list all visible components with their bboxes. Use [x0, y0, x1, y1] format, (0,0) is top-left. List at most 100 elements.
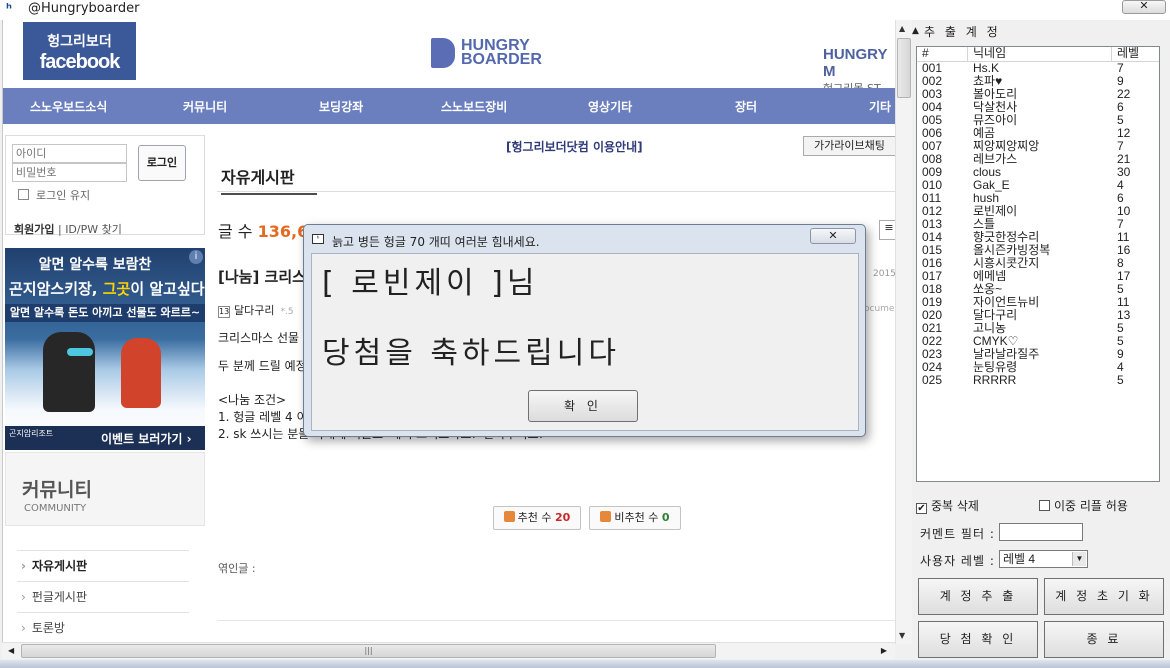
post-date: 2015. [873, 269, 895, 279]
like-button[interactable]: 추천 수 20 [493, 506, 581, 530]
user-level-select[interactable]: 레벨 4 ▼ [999, 550, 1088, 568]
extract-panel: ▲ 추 출 계 정 # 닉네임 레벨 001 Hs.K 7 002 쵸파♥ 9 003 볼아도… [912, 20, 1170, 660]
keep-login-checkbox[interactable] [18, 189, 29, 200]
resort-logo: 곤지암리조트 [9, 429, 54, 438]
thumbs-up-icon [503, 511, 515, 522]
comment-filter-label: 커멘트 필터 : [920, 527, 995, 541]
nav-item-gear[interactable]: 스노보드장비 [441, 98, 507, 115]
app-icon: ʰ [6, 2, 12, 17]
scroll-thumb-horizontal[interactable]: ||| [21, 644, 716, 658]
list-item[interactable]: 025 RRRRR 5 [917, 374, 1159, 387]
dup-delete-option[interactable]: ✔ 중복 삭제 [916, 497, 979, 514]
list-view-icon[interactable]: ≡ [879, 220, 895, 240]
panel-title: 추 출 계 정 [924, 25, 1001, 39]
account-list[interactable]: # 닉네임 레벨 001 Hs.K 7 002 쵸파♥ 9 003 볼아도리 22 004 닥살천사… [916, 46, 1160, 482]
user-level-label: 사용자 레벨 : [920, 554, 995, 568]
chevron-down-icon[interactable]: ▼ [1072, 552, 1086, 566]
column-header-level[interactable]: 레벨 [1117, 47, 1139, 60]
side-menu: 자유게시판 펀글게시판 토론방 [17, 550, 189, 643]
dialog-app-icon: ʰ [312, 234, 324, 244]
row-nickname: RRRRR [973, 373, 1017, 387]
column-header-nickname[interactable]: 닉네임 [973, 47, 1006, 60]
ok-button[interactable]: 확 인 [528, 390, 638, 422]
find-id-pw-link[interactable]: ID/PW 찾기 [65, 223, 122, 236]
ad-line-3: 알면 알수록 돈도 아끼고 선물도 와르르~ [5, 304, 205, 322]
horizontal-scrollbar[interactable]: ◀ ||| ▶ [2, 642, 895, 659]
keep-login-label: 로그인 유지 [36, 189, 91, 202]
divider [217, 191, 895, 192]
nav-item-snowboard-news[interactable]: 스노우보드소식 [30, 98, 107, 115]
facebook-logo[interactable]: 헝그리보더 facebook [23, 22, 136, 80]
skier-image-2 [121, 338, 161, 408]
dialog-close-button[interactable]: ✕ [810, 228, 856, 244]
site-guide-link[interactable]: [헝그리보더닷컴 이용안내] [506, 138, 643, 155]
double-reply-option[interactable]: 이중 리플 허용 [1039, 497, 1128, 514]
related-posts-label: 엮인글 : [218, 562, 256, 575]
list-rows: 001 Hs.K 7 002 쵸파♥ 9 003 볼아도리 22 004 닥살천사 6 005 뮤즈아이 5… [917, 62, 1159, 387]
scroll-left-arrow-icon[interactable]: ◀ [8, 646, 14, 655]
id-input[interactable] [12, 144, 127, 163]
confirm-winner-button[interactable]: 당 첨 확 인 [918, 621, 1038, 658]
nav-item-etc[interactable]: 기타 [869, 98, 891, 115]
hungryboarder-logo[interactable]: HUNGRY BOARDER [431, 38, 542, 70]
divider [217, 620, 895, 621]
side-menu-debate[interactable]: 토론방 [17, 612, 189, 643]
author-ip: *.5 [280, 307, 294, 317]
password-input[interactable] [12, 163, 127, 182]
ad-banner[interactable]: 알면 알수록 보람찬 i 곤지암스키장, 그곳이 알고싶다 알면 알수록 돈도 … [5, 248, 205, 450]
dup-delete-checkbox[interactable]: ✔ [916, 503, 927, 514]
author-name[interactable]: 달다구리 [234, 304, 274, 317]
nav-item-community[interactable]: 커뮤니티 [183, 98, 227, 115]
nav-item-lessons[interactable]: 보딩강좌 [319, 98, 363, 115]
title-bar: ʰ @Hungryboarder ✕ [0, 0, 1170, 20]
scroll-down-arrow-icon[interactable]: ▼ [899, 631, 905, 640]
double-reply-checkbox[interactable] [1039, 500, 1050, 511]
row-level: 5 [1117, 373, 1124, 387]
reset-accounts-button[interactable]: 계 정 초 기 화 [1044, 578, 1164, 615]
join-link[interactable]: 회원가입 [14, 223, 54, 236]
winner-dialog: ʰ 늙고 병든 헝글 70 개띠 여러분 힘내세요. ✕ [ 로빈제이 ]님 당… [303, 224, 866, 437]
row-number: 025 [922, 373, 943, 387]
store-line-1: HUNGRY M [823, 46, 888, 80]
vertical-scrollbar[interactable]: ▲ ▼ [895, 20, 912, 644]
goggle-image [67, 348, 93, 356]
community-title: 커뮤니티 [22, 479, 92, 501]
dialog-title: 늙고 병든 헝글 70 개띠 여러분 힘내세요. [332, 235, 540, 249]
list-header: # 닉네임 레벨 [917, 47, 1159, 62]
side-menu-free-board[interactable]: 자유게시판 [17, 550, 189, 581]
exit-button[interactable]: 종 료 [1044, 621, 1164, 658]
nav-item-videos[interactable]: 영상기타 [588, 98, 632, 115]
dislike-button[interactable]: 비추천 수 0 [589, 506, 681, 530]
winner-name-text: [ 로빈제이 ]님 [322, 266, 539, 301]
side-menu-fun-board[interactable]: 펀글게시판 [17, 581, 189, 612]
window-title: @Hungryboarder [28, 1, 140, 16]
login-box: 로그인 로그인 유지 회원가입 | ID/PW 찾기 [5, 135, 205, 236]
thumbs-down-icon [600, 511, 612, 522]
scroll-up-arrow-icon[interactable]: ▲ [899, 24, 905, 33]
skier-image [43, 332, 95, 412]
community-banner[interactable]: 커뮤니티 COMMUNITY [5, 452, 205, 526]
document-link[interactable]: ocument [864, 304, 895, 314]
column-header-number[interactable]: # [922, 47, 929, 60]
facebook-logo-en: facebook [39, 51, 121, 73]
panel-caret-icon: ▲ [912, 26, 919, 36]
ad-line-2: 곤지암스키장, 그곳이 알고싶다 [9, 280, 205, 298]
ad-info-icon[interactable]: i [189, 250, 203, 264]
live-chat-button[interactable]: 가가라이브채팅 [803, 136, 895, 156]
ad-footer: 곤지암리조트 이벤트 보러가기 › [5, 426, 205, 450]
window-close-button[interactable]: ✕ [1122, 0, 1166, 14]
comment-filter-input[interactable] [999, 523, 1083, 541]
community-subtitle: COMMUNITY [24, 503, 87, 514]
facebook-logo-ko: 헝그리보더 [47, 34, 112, 50]
close-icon: ✕ [1139, 0, 1149, 12]
login-button[interactable]: 로그인 [138, 145, 186, 181]
scroll-thumb[interactable] [897, 38, 911, 98]
close-icon: ✕ [828, 229, 838, 242]
nav-item-market[interactable]: 장터 [735, 98, 757, 115]
post-author: 13 달다구리 *.5 ocument [218, 302, 895, 318]
ad-event-link[interactable]: 이벤트 보러가기 › [101, 430, 192, 447]
ad-line-1: 알면 알수록 보람찬 [38, 257, 152, 273]
extract-accounts-button[interactable]: 계 정 추 출 [918, 578, 1038, 615]
scroll-right-arrow-icon[interactable]: ▶ [881, 646, 887, 655]
dialog-body: [ 로빈제이 ]님 당첨을 축하드립니다 확 인 [311, 253, 859, 431]
